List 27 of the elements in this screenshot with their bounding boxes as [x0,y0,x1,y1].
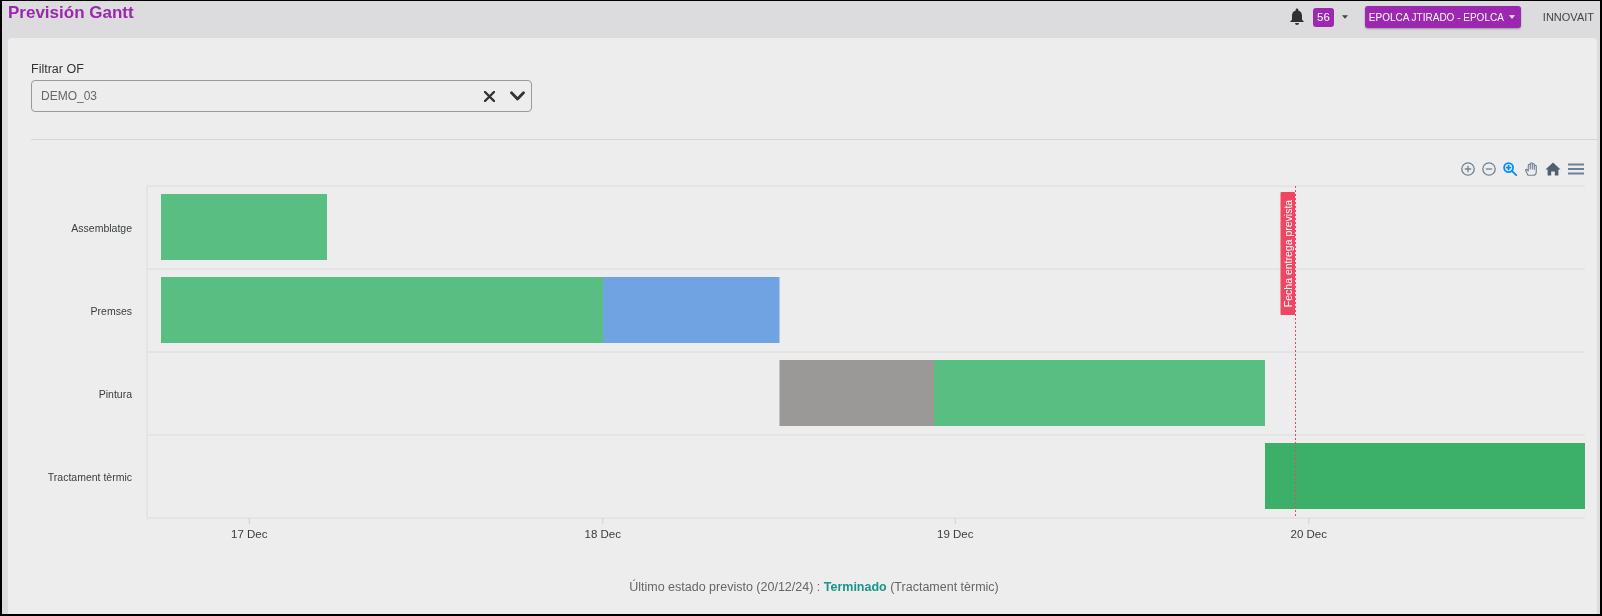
axis-label: 17 Dec [231,528,268,540]
filter-label: Filtrar OF [31,62,84,76]
axis-label: 19 Dec [937,528,974,540]
menu-icon[interactable] [1568,162,1584,176]
row-label: Tractament tèrmic [47,470,132,483]
magnifier-icon[interactable] [1503,162,1517,176]
company-menu[interactable]: INNOVAIT [1542,11,1594,23]
clear-icon[interactable] [484,90,495,102]
plus-circle-icon[interactable] [1461,162,1475,176]
home-icon[interactable] [1545,162,1561,176]
row-label: Assemblatge [71,221,132,234]
caret-icon [1508,15,1515,19]
user-menu-button[interactable]: EPOLCA JTIRADO - EPOLCA [1364,6,1521,28]
axis-label: 20 Dec [1290,528,1327,540]
filter-select[interactable]: DEMO_03 [31,80,532,112]
row-label: Premses [90,304,132,317]
bell-icon[interactable] [1289,8,1305,26]
hand-icon[interactable] [1524,162,1538,176]
axis-label: 18 Dec [584,528,621,540]
minus-circle-icon[interactable] [1482,162,1496,176]
page-title: Previsión Gantt [8,3,134,23]
chevron-down-icon[interactable] [510,91,525,101]
status-text: Último estado previsto (20/12/24) : Terminado (Tractament tèrmic) [628,579,1000,595]
row-label: Pintura [98,387,132,400]
deadline-label: Fecha entrega prevista [1280,192,1295,315]
notification-count[interactable]: 56 [1313,7,1334,27]
caret-icon[interactable] [1341,15,1348,19]
